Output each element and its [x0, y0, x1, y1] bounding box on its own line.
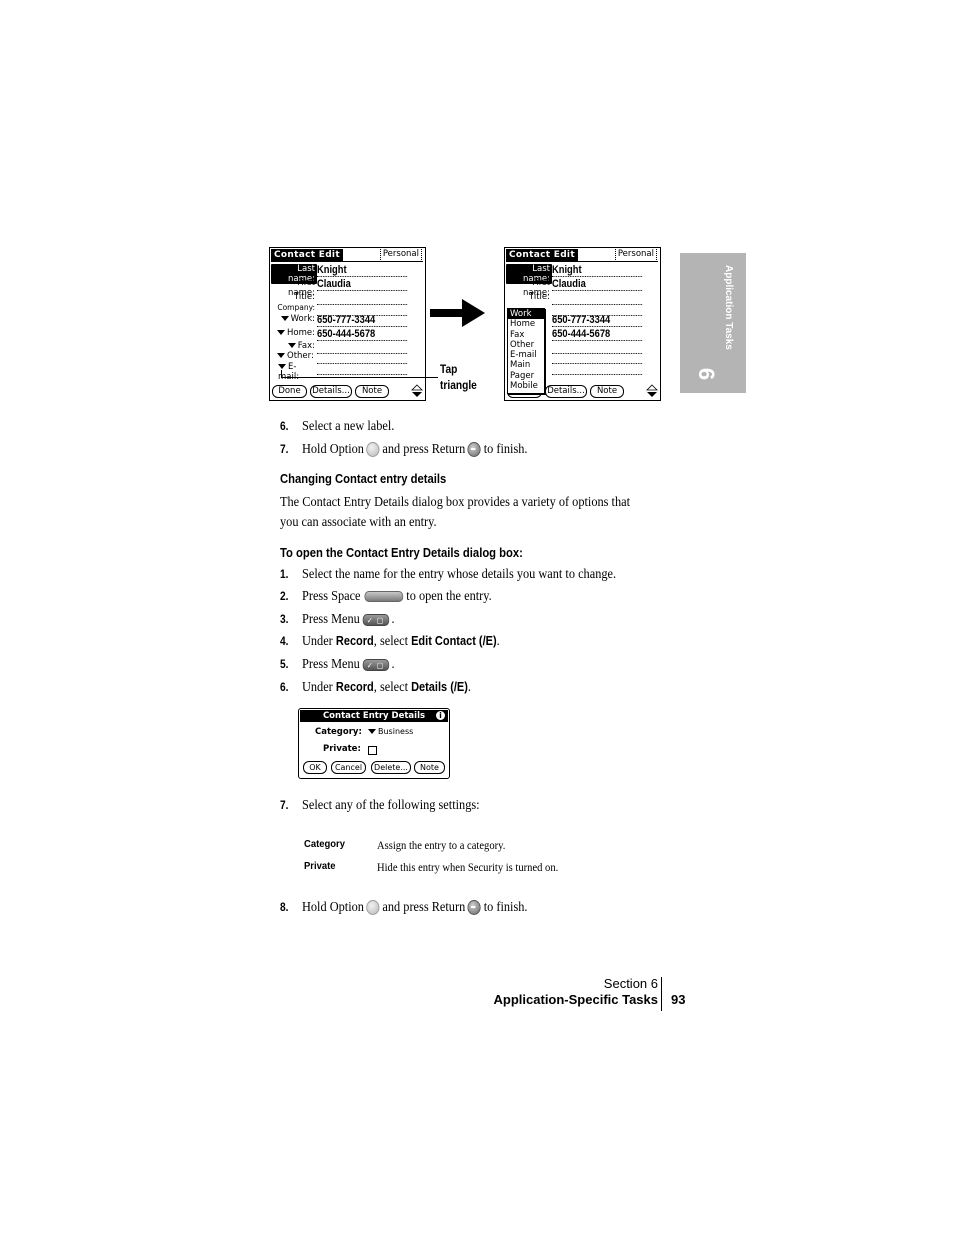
option-key-icon — [366, 900, 380, 916]
menu-key-icon — [362, 657, 389, 675]
category-selector[interactable]: Personal — [379, 249, 422, 260]
dropdown-triangle-icon[interactable] — [280, 316, 289, 321]
step-item: 6. Select a new label. — [280, 419, 395, 434]
return-key-icon — [467, 442, 482, 458]
step-item: 4. Under Record, select Edit Contact (/E)… — [280, 634, 500, 649]
screen-title: Contact Edit — [271, 249, 343, 261]
section-heading: Changing Contact entry details — [280, 472, 447, 486]
scroll-arrows-icon[interactable] — [646, 384, 658, 398]
field-last-name[interactable]: Last name: Knight — [505, 264, 659, 284]
dropdown-triangle-icon[interactable] — [287, 343, 296, 348]
screen-title: Contact Edit — [506, 249, 578, 261]
dropdown-triangle-icon[interactable] — [277, 330, 286, 335]
field-last-name[interactable]: Last name: Knight — [270, 264, 424, 284]
step-item: 7. Select any of the following settings: — [280, 798, 480, 813]
callout-leader-line — [281, 377, 438, 378]
popup-option-pager[interactable]: Pager — [508, 371, 544, 381]
popup-option-email[interactable]: E-mail — [508, 350, 544, 360]
contact-entry-details-dialog: Contact Entry Details i Category: Busine… — [298, 708, 450, 779]
note-button[interactable]: Note — [355, 385, 389, 398]
arrow-icon — [430, 309, 465, 317]
details-button[interactable]: Details... — [545, 385, 587, 398]
popup-option-home[interactable]: Home — [508, 319, 544, 329]
step-item: 1. Select the name for the entry whose de… — [280, 567, 617, 582]
step-item: 3.Press Menu. — [280, 610, 407, 630]
space-key-icon — [364, 591, 403, 603]
return-key-icon — [467, 900, 482, 916]
category-label: Category: — [315, 727, 362, 737]
footer-divider — [661, 977, 662, 1011]
field-home[interactable]: Home: 650-444-5678 — [270, 328, 424, 342]
field-email[interactable]: E-mail: — [270, 362, 424, 382]
info-icon[interactable]: i — [436, 711, 445, 720]
setting-term: Category — [304, 838, 345, 850]
menu-key-icon — [362, 612, 389, 630]
page-number: 93 — [671, 992, 686, 1007]
cancel-button[interactable]: Cancel — [331, 761, 366, 774]
category-dropdown[interactable]: Business — [368, 727, 413, 737]
note-button[interactable]: Note — [414, 761, 445, 774]
popup-option-other[interactable]: Other — [508, 340, 544, 350]
popup-option-main[interactable]: Main — [508, 360, 544, 370]
step-item: 8. Hold Option and press Return to finish. — [280, 900, 528, 916]
step-item: 2. Press Space to open the entry. — [280, 589, 492, 604]
setting-description: Hide this entry when Security is turned … — [377, 860, 559, 874]
category-selector[interactable]: Personal — [614, 249, 657, 260]
dialog-title: Contact Entry Details — [300, 710, 448, 722]
title-bar: Contact Edit Personal — [506, 249, 658, 262]
private-checkbox[interactable] — [368, 746, 377, 755]
callout-tap-triangle: Tap triangle — [440, 362, 477, 392]
details-button[interactable]: Details... — [310, 385, 352, 398]
scroll-arrows-icon[interactable] — [411, 384, 423, 398]
field-work[interactable]: Work: 650-777-3344 — [270, 314, 424, 328]
field-first-name[interactable]: First name: Claudia — [270, 278, 424, 298]
phone-label-popup-list[interactable]: Work Home Fax Other E-mail Main Pager Mo… — [507, 308, 545, 394]
contact-edit-screen-popup: Contact Edit Personal Last name: Knight … — [504, 247, 661, 401]
dropdown-triangle-icon[interactable] — [278, 364, 286, 369]
popup-option-fax[interactable]: Fax — [508, 330, 544, 340]
setting-description: Assign the entry to a category. — [377, 838, 506, 852]
private-label: Private: — [323, 744, 361, 754]
field-first-name[interactable]: First name: Claudia — [505, 278, 659, 298]
chapter-side-tab: Application Tasks 6 — [680, 253, 746, 393]
footer-chapter-title: Application-Specific Tasks — [493, 992, 658, 1007]
dropdown-triangle-icon — [368, 729, 376, 734]
popup-option-work[interactable]: Work — [508, 309, 544, 320]
arrow-head-icon — [462, 299, 485, 327]
option-key-icon — [366, 442, 380, 458]
popup-option-mobile[interactable]: Mobile — [508, 381, 544, 391]
note-button[interactable]: Note — [590, 385, 624, 398]
side-tab-number: 6 — [694, 367, 720, 381]
done-button[interactable]: Done — [272, 385, 307, 398]
setting-term: Private — [304, 860, 336, 872]
footer-section: Section 6 — [603, 976, 658, 991]
procedure-heading: To open the Contact Entry Details dialog… — [280, 546, 523, 560]
step-item: 7. Hold Option and press Return to finish. — [280, 442, 528, 458]
step-item: 5.Press Menu. — [280, 655, 407, 675]
ok-button[interactable]: OK — [303, 761, 327, 774]
title-bar: Contact Edit Personal — [271, 249, 423, 262]
step-item: 6. Under Record, select Details (/E). — [280, 680, 472, 695]
side-tab-label: Application Tasks — [723, 265, 734, 350]
section-paragraph: The Contact Entry Details dialog box pro… — [280, 495, 631, 530]
dropdown-triangle-icon[interactable] — [277, 353, 285, 358]
delete-button[interactable]: Delete... — [371, 761, 411, 774]
